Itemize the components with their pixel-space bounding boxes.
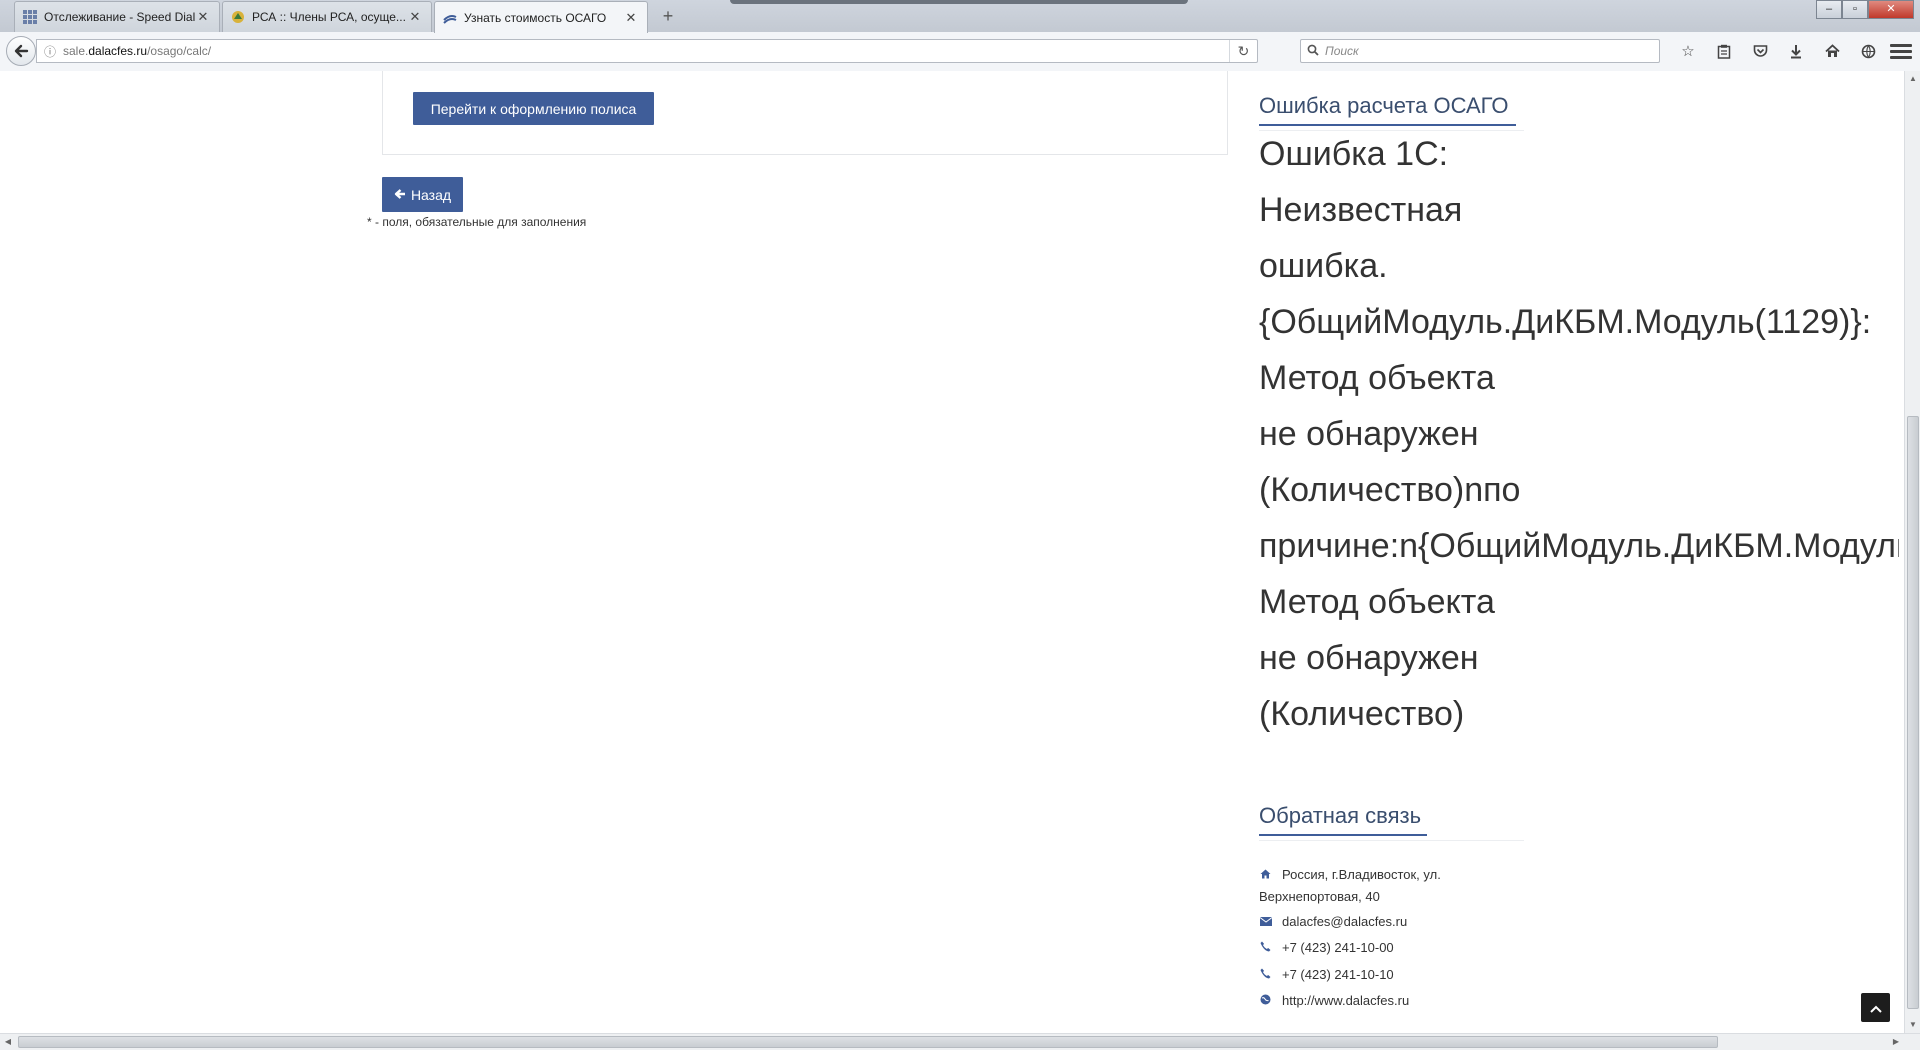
home-icon [1259, 864, 1282, 886]
envelope-icon [1259, 911, 1282, 933]
vertical-scroll-thumb[interactable] [1907, 416, 1919, 1009]
page-viewport: Перейти к оформлению полиса Назад * - по… [0, 71, 1904, 1033]
window-title-grip [730, 0, 1188, 4]
window-close-icon[interactable]: ✕ [1868, 0, 1914, 19]
horizontal-scroll-thumb[interactable] [18, 1036, 1718, 1048]
back-button[interactable]: Назад [382, 177, 463, 212]
tab-close-icon[interactable]: ✕ [407, 9, 423, 25]
chevron-up-icon [1869, 1000, 1882, 1016]
error-message: Ошибка 1С: Неизвестная ошибка. {ОбщийМод… [1259, 126, 1899, 742]
phone-icon [1259, 937, 1282, 959]
address-line-2: Верхнепортовая, 40 [1259, 889, 1380, 904]
error-line: Метод объекта [1259, 359, 1495, 397]
window-controls: – ▫ ✕ [1816, 0, 1914, 19]
bookmark-star-icon[interactable]: ☆ [1670, 40, 1706, 62]
contact-phone-2: +7 (423) 241-10-10 [1259, 964, 1394, 986]
phone-2-link[interactable]: +7 (423) 241-10-10 [1282, 964, 1394, 986]
required-fields-note: * - поля, обязательные для заполнения [367, 215, 587, 229]
pocket-icon[interactable] [1742, 40, 1778, 62]
rsa-logo-icon [231, 10, 245, 24]
scroll-up-arrow-icon[interactable]: ▲ [1905, 71, 1920, 87]
home-icon[interactable] [1814, 40, 1850, 62]
scroll-down-arrow-icon[interactable]: ▼ [1905, 1017, 1920, 1033]
tab-title: РСА :: Члены РСА, осуще... [252, 10, 406, 24]
maximize-icon[interactable]: ▫ [1842, 0, 1868, 19]
go-to-policy-button[interactable]: Перейти к оформлению полиса [413, 92, 654, 125]
tab-title: Узнать стоимость ОСАГО [464, 10, 607, 25]
info-circle-icon[interactable]: ⓘ [37, 43, 63, 60]
feedback-section-title: Обратная связь [1259, 803, 1427, 836]
back-arrow-icon[interactable] [6, 36, 36, 66]
horizontal-scrollbar[interactable]: ◀ ▶ [0, 1033, 1920, 1050]
contact-address: Россия, г.Владивосток, ул. [1259, 864, 1479, 886]
download-arrow-icon[interactable] [1778, 40, 1814, 62]
error-section-title: Ошибка расчета ОСАГО [1259, 93, 1516, 126]
browser-chrome: Отслеживание - Speed Dial ✕ РСА :: Члены… [0, 0, 1920, 71]
phone-icon [1259, 964, 1282, 986]
scroll-right-arrow-icon[interactable]: ▶ [1888, 1034, 1904, 1050]
hamburger-menu-icon[interactable] [1890, 40, 1912, 62]
sync-globe-icon[interactable] [1850, 40, 1886, 62]
tab-close-icon[interactable]: ✕ [623, 10, 639, 26]
error-line: причине:n{ОбщийМодуль.ДиКБМ.Модуль(1129)… [1259, 527, 1899, 565]
clipboard-icon[interactable] [1706, 40, 1742, 62]
search-placeholder: Поиск [1325, 44, 1359, 58]
contact-website: http://www.dalacfes.ru [1259, 990, 1409, 1012]
address-bar[interactable]: ⓘ sale.dalacfes.ru/osago/calc/ ↻ [36, 39, 1258, 63]
section-underline [1259, 834, 1427, 836]
scroll-to-top-button[interactable] [1861, 993, 1890, 1022]
address-line-1: Россия, г.Владивосток, ул. [1282, 867, 1441, 882]
navigation-toolbar: ⓘ sale.dalacfes.ru/osago/calc/ ↻ Поиск ☆ [0, 32, 1920, 71]
error-line: Метод объекта [1259, 583, 1495, 621]
arrow-left-icon [394, 187, 406, 203]
tab-speed-dial[interactable]: Отслеживание - Speed Dial ✕ [14, 1, 220, 32]
error-line: ошибка. [1259, 247, 1388, 285]
site-logo-icon [443, 11, 457, 25]
error-line: {ОбщийМодуль.ДиКБМ.Модуль(1129)}: [1259, 303, 1872, 341]
url-text[interactable]: sale.dalacfes.ru/osago/calc/ [63, 44, 1229, 58]
back-button-label: Назад [410, 186, 452, 203]
globe-icon [1259, 990, 1282, 1012]
section-divider [1259, 840, 1524, 841]
error-line: Неизвестная [1259, 191, 1463, 229]
contact-phone-1: +7 (423) 241-10-00 [1259, 937, 1394, 959]
website-link[interactable]: http://www.dalacfes.ru [1282, 990, 1409, 1012]
speed-dial-grid-icon [23, 10, 37, 24]
search-icon [1301, 44, 1325, 59]
tab-title: Отслеживание - Speed Dial [44, 10, 195, 24]
tab-close-icon[interactable]: ✕ [195, 9, 211, 25]
email-link[interactable]: dalacfes@dalacfes.ru [1282, 911, 1407, 933]
phone-1-link[interactable]: +7 (423) 241-10-00 [1282, 937, 1394, 959]
error-line: (Количество)nпо [1259, 471, 1521, 509]
toolbar-icons: ☆ [1670, 40, 1886, 62]
contact-email: dalacfes@dalacfes.ru [1259, 911, 1407, 933]
reload-icon[interactable]: ↻ [1229, 40, 1257, 62]
minimize-icon[interactable]: – [1816, 0, 1842, 19]
error-line: не обнаружен [1259, 639, 1479, 677]
tab-osago-active[interactable]: Узнать стоимость ОСАГО ✕ [434, 1, 648, 33]
contact-address-cont: Верхнепортовая, 40 [1259, 886, 1380, 908]
tab-rsa[interactable]: РСА :: Члены РСА, осуще... ✕ [222, 1, 432, 32]
vertical-scrollbar[interactable]: ▲ ▼ [1904, 71, 1920, 1033]
search-field[interactable]: Поиск [1300, 39, 1660, 63]
tab-strip: Отслеживание - Speed Dial ✕ РСА :: Члены… [0, 0, 1920, 33]
new-tab-plus-icon[interactable]: + [656, 4, 680, 28]
error-line: (Количество) [1259, 695, 1465, 733]
error-line: не обнаружен [1259, 415, 1479, 453]
scroll-left-arrow-icon[interactable]: ◀ [0, 1034, 16, 1050]
error-line: Ошибка 1С: [1259, 135, 1449, 173]
